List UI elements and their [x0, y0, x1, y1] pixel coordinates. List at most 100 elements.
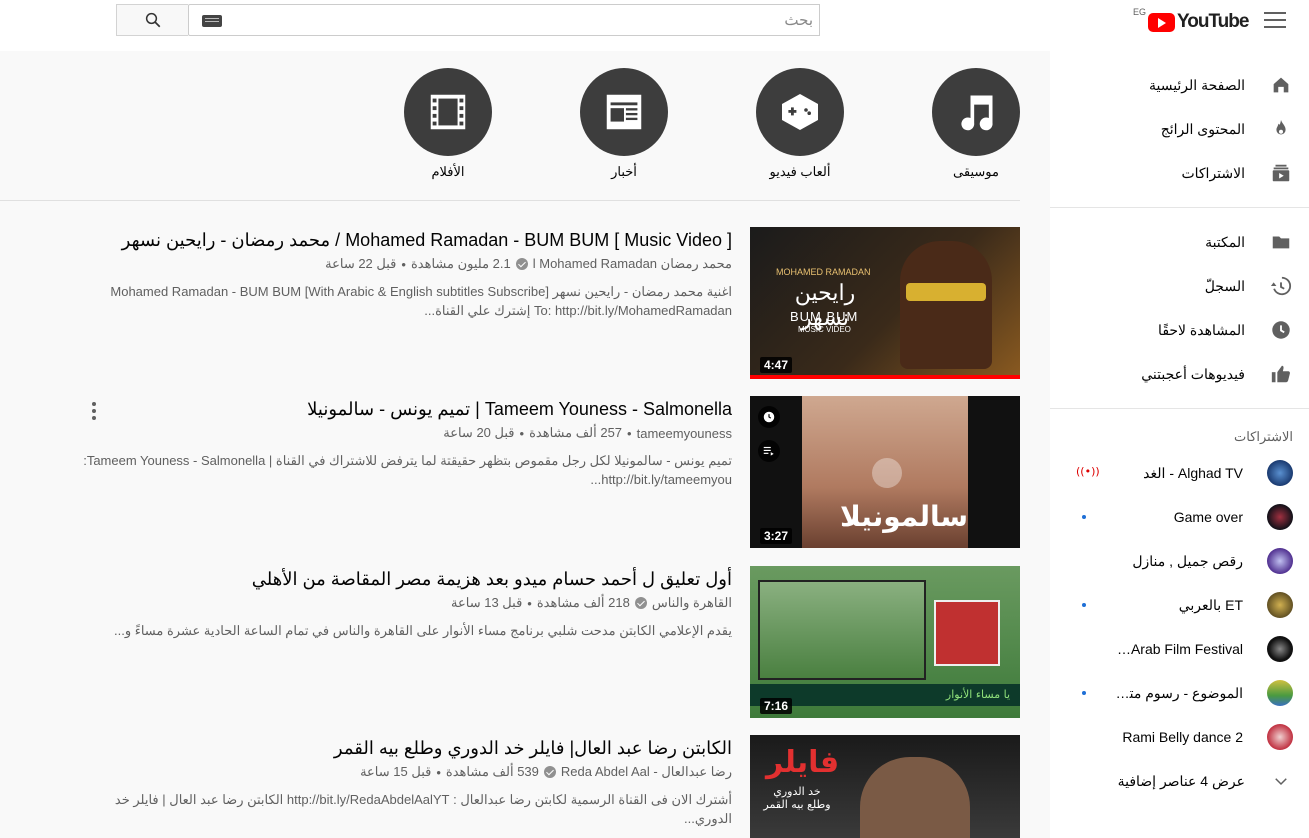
thumb-sunglasses — [906, 283, 986, 301]
video-title[interactable]: Tameem Youness - Salmonella | تميم يونس … — [82, 396, 732, 422]
search-icon — [145, 12, 160, 28]
verified-icon — [634, 597, 647, 609]
video-title[interactable]: Mohamed Ramadan - BUM BUM [ Music Video … — [82, 227, 732, 253]
thumb-person — [900, 241, 992, 369]
guide-sidebar: الصفحة الرئيسية المحتوى الرائج الاشتراكا… — [1050, 51, 1309, 838]
region-label: EG — [1133, 7, 1147, 17]
search-input[interactable] — [253, 10, 813, 30]
video-info: Tameem Youness - Salmonella | تميم يونس … — [82, 396, 732, 489]
avatar — [1267, 592, 1293, 618]
view-count: 257 ألف مشاهدة — [529, 425, 623, 440]
channel-name[interactable]: القاهرة والناس — [652, 595, 732, 611]
sidebar-item-label: المكتبة — [1205, 233, 1245, 250]
thumb-caption: MOHAMED RAMADAN — [776, 267, 871, 277]
sidebar-item-home[interactable]: الصفحة الرئيسية — [1050, 63, 1309, 107]
upload-age: قبل 13 ساعة — [451, 595, 523, 610]
video-title[interactable]: أول تعليق ل أحمد حسام ميدو بعد هزيمة مصر… — [82, 566, 732, 592]
verified-icon — [515, 258, 528, 270]
category-gaming[interactable]: ألعاب فيديو — [756, 68, 844, 180]
category-music[interactable]: موسيقى — [932, 68, 1020, 180]
sidebar-divider — [1050, 408, 1309, 409]
show-more-button[interactable]: عرض 4 عناصر إضافية — [1050, 759, 1309, 803]
video-thumbnail[interactable]: سالمونيلا 3:27 — [750, 396, 1020, 548]
thumb-title: BUM BUM — [790, 309, 859, 324]
menu-icon[interactable] — [1264, 12, 1286, 30]
subscription-channel[interactable]: Alghad TV - الغد ((•)) — [1050, 451, 1309, 495]
category-movies[interactable]: الأفلام — [404, 68, 492, 180]
logo-text: YouTube — [1177, 11, 1249, 32]
film-icon — [430, 94, 466, 130]
sidebar-item-label: السجلّ — [1204, 277, 1245, 294]
channel-name[interactable]: رضا عبدالعال - Reda Abdel Aal — [561, 764, 732, 780]
subscription-channel[interactable]: Rami Belly dance 2 — [1050, 715, 1309, 759]
video-thumbnail[interactable]: فايلر خد الدوري وطلع بيه القمر — [750, 735, 1020, 838]
live-icon: ((•)) — [1076, 465, 1100, 478]
video-info: أول تعليق ل أحمد حسام ميدو بعد هزيمة مصر… — [82, 566, 732, 640]
thumb-subtitle: خد الدوري وطلع بيه القمر — [763, 785, 831, 811]
channel-name: Malmo Arab Film Festival — [1115, 641, 1243, 657]
sidebar-item-watch-later[interactable]: المشاهدة لاحقًا — [1050, 308, 1309, 352]
channel-name[interactable]: محمد رمضان l Mohamed Ramadan — [533, 256, 732, 272]
thumb-person-inset — [934, 600, 1000, 666]
video-meta: رضا عبدالعال - Reda Abdel Aal 539 ألف مش… — [82, 764, 732, 780]
chevron-down-icon — [1275, 778, 1287, 786]
subscriptions-icon — [1272, 164, 1290, 182]
sidebar-item-history[interactable]: السجلّ — [1050, 264, 1309, 308]
video-thumbnail[interactable]: يا مساء الأنوار 7:16 — [750, 566, 1020, 718]
thumb-field-image — [758, 580, 926, 680]
upload-age: قبل 20 ساعة — [443, 425, 515, 440]
video-description: تميم يونس - سالمونيلا لكل رجل مقموص بتظه… — [82, 451, 732, 489]
sidebar-item-library[interactable]: المكتبة — [1050, 220, 1309, 264]
avatar — [1267, 548, 1293, 574]
music-note-icon — [961, 95, 993, 131]
sidebar-item-subscriptions[interactable]: الاشتراكات — [1050, 151, 1309, 195]
like-icon — [1271, 365, 1290, 383]
channel-name: Alghad TV - الغد — [1143, 464, 1243, 481]
video-item: فايلر خد الدوري وطلع بيه القمر الكابتن ر… — [0, 735, 1020, 838]
play-icon — [872, 458, 902, 488]
gamepad-icon — [782, 94, 818, 130]
category-label: أخبار — [611, 164, 637, 179]
add-to-queue-icon[interactable] — [758, 440, 780, 462]
avatar — [1267, 724, 1293, 750]
subscription-channel[interactable]: Game over — [1050, 495, 1309, 539]
search-button[interactable] — [116, 4, 188, 36]
sidebar-item-liked-videos[interactable]: فيديوهات أعجبتني — [1050, 352, 1309, 396]
sidebar-item-label: الصفحة الرئيسية — [1148, 76, 1245, 93]
upload-age: قبل 15 ساعة — [360, 764, 432, 779]
video-duration: 3:27 — [759, 528, 792, 544]
history-icon — [1270, 276, 1292, 296]
sidebar-item-label: المحتوى الرائج — [1160, 120, 1245, 137]
watch-later-icon — [1272, 321, 1290, 339]
channel-name[interactable]: tameemyouness — [637, 426, 732, 441]
description-line: أشترك الان فى القناة الرسمية لكابتن رضا … — [114, 792, 732, 826]
video-duration: 4:47 — [759, 357, 792, 373]
subscription-channel[interactable]: رقص جميل , منازل — [1050, 539, 1309, 583]
category-news[interactable]: أخبار — [580, 68, 668, 180]
shelf-divider — [0, 200, 1020, 201]
youtube-logo[interactable]: YouTube — [1148, 10, 1249, 34]
subscription-channel[interactable]: Malmo Arab Film Festival — [1050, 627, 1309, 671]
video-info: Mohamed Ramadan - BUM BUM [ Music Video … — [82, 227, 732, 320]
category-label: ألعاب فيديو — [769, 164, 831, 179]
upload-age: قبل 22 ساعة — [325, 256, 397, 271]
video-meta: tameemyouness • 257 ألف مشاهدة • قبل 20 … — [82, 425, 732, 441]
watched-progress-bar — [750, 375, 1020, 379]
view-count: 218 ألف مشاهدة — [536, 595, 630, 610]
show-more-label: عرض 4 عناصر إضافية — [1117, 772, 1245, 789]
description-line: اغنية محمد رمضان - رايحين نسهر Mohamed R… — [110, 284, 732, 299]
subscription-channel[interactable]: ET بالعربي — [1050, 583, 1309, 627]
video-title[interactable]: الكابتن رضا عبد العال| فايلر خد الدوري و… — [82, 735, 732, 761]
video-item: MOHAMED RAMADAN رايحين نسهر BUM BUM MUSI… — [0, 227, 1020, 379]
view-count: 539 ألف مشاهدة — [445, 764, 539, 779]
sidebar-divider — [1050, 207, 1309, 208]
sidebar-item-trending[interactable]: المحتوى الرائج — [1050, 107, 1309, 151]
keyboard-icon[interactable] — [202, 15, 222, 27]
library-icon — [1272, 236, 1290, 249]
new-content-dot — [1082, 515, 1086, 519]
channel-name: رقص جميل , منازل — [1132, 552, 1243, 569]
video-thumbnail[interactable]: MOHAMED RAMADAN رايحين نسهر BUM BUM MUSI… — [750, 227, 1020, 379]
watch-later-icon[interactable] — [758, 406, 780, 428]
subscription-channel[interactable]: الموضوع - رسوم متحركة — [1050, 671, 1309, 715]
sidebar-item-label: المشاهدة لاحقًا — [1158, 321, 1245, 338]
